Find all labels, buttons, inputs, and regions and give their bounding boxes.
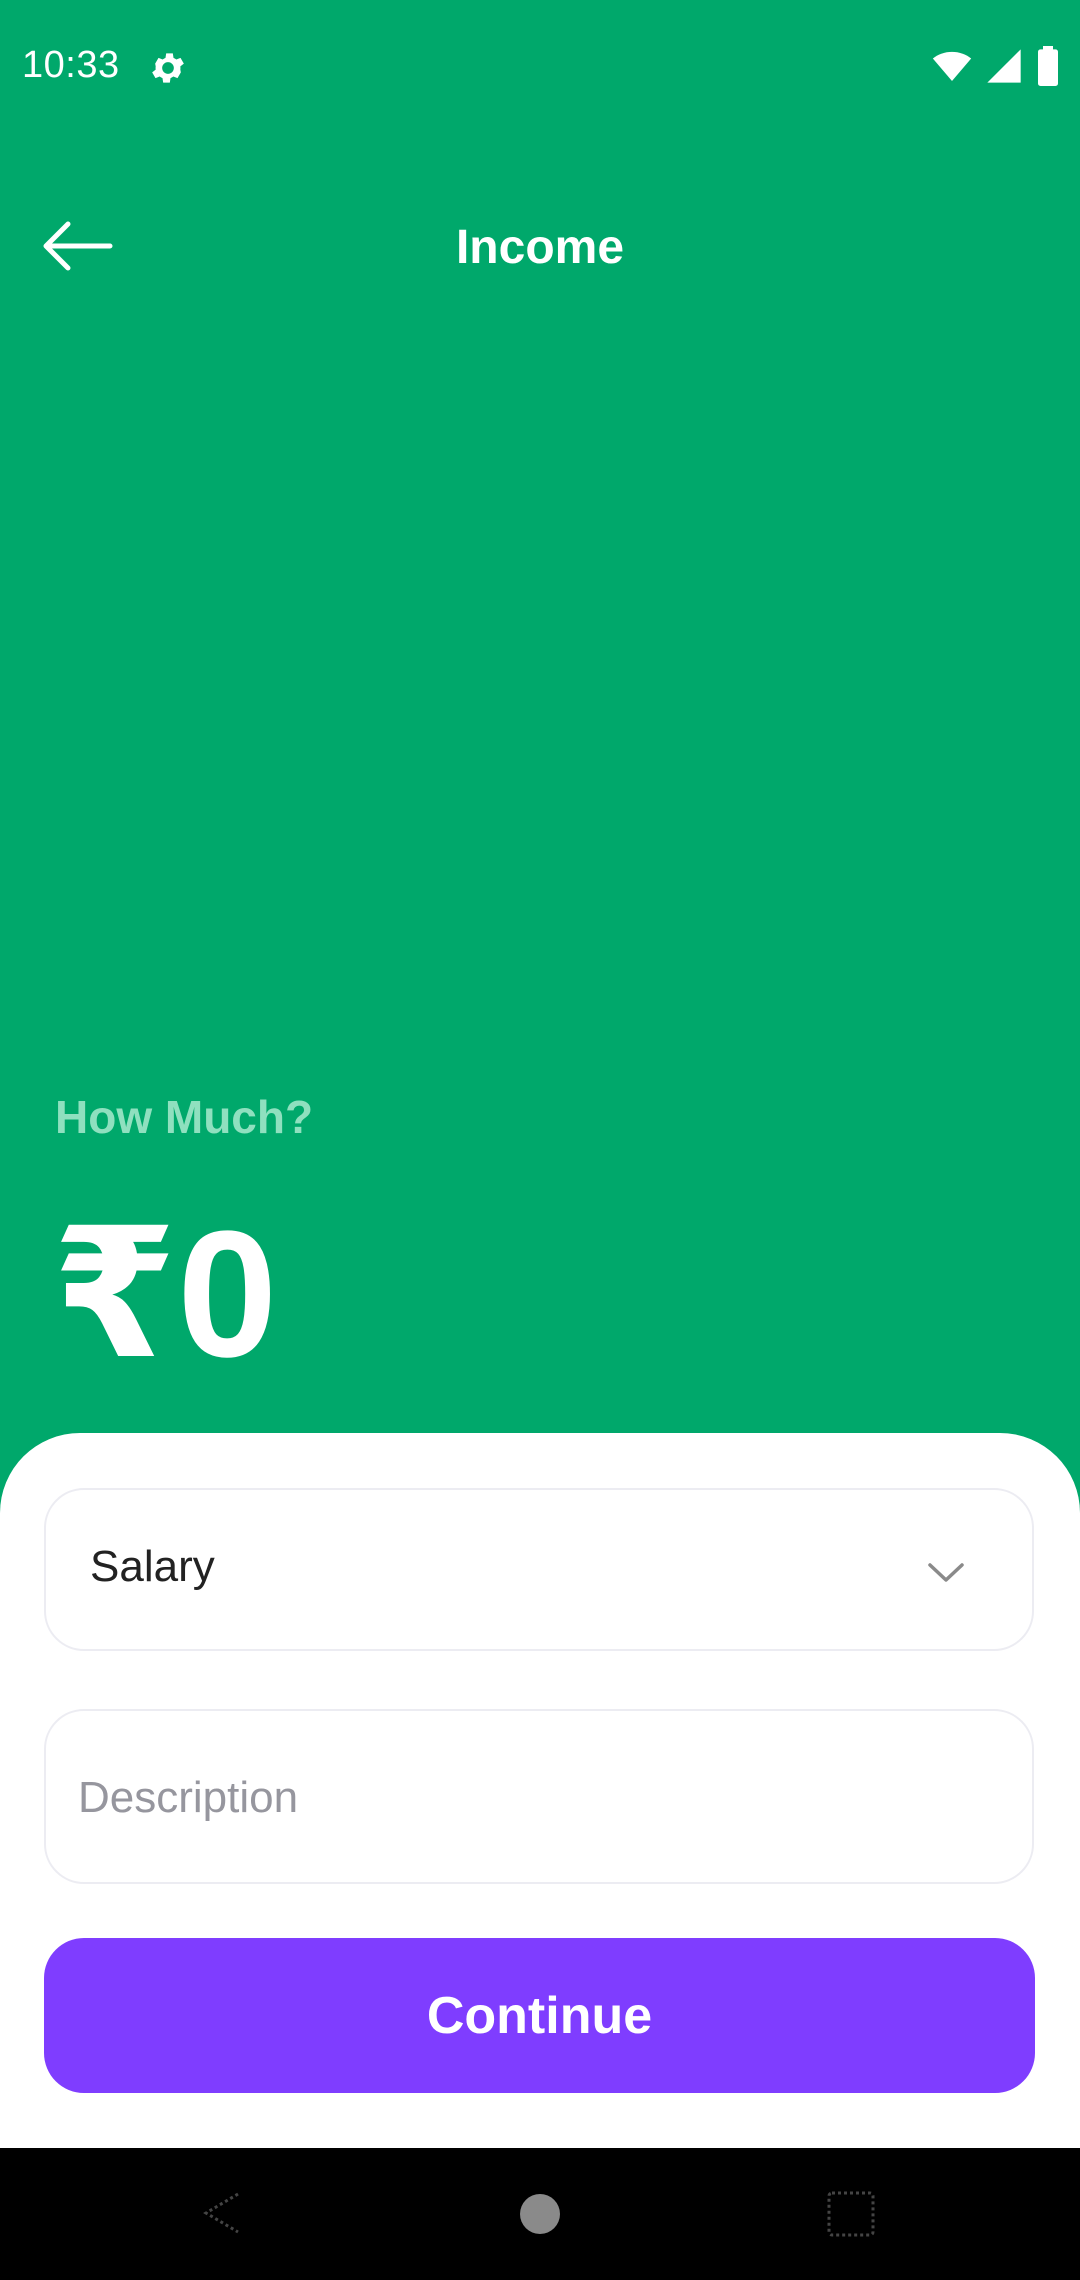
page-title: Income [455, 221, 625, 274]
description-input[interactable] [76, 1711, 1000, 1884]
status-bar: 10:33 [0, 0, 1080, 136]
description-field[interactable] [44, 1709, 1034, 1884]
status-time: 10:33 [22, 44, 120, 86]
nav-recents-icon[interactable] [826, 2190, 876, 2238]
continue-button[interactable]: Continue [44, 1938, 1035, 2093]
battery-icon [1036, 45, 1060, 91]
chevron-down-icon [924, 1550, 968, 1594]
category-selected-label: Salary [90, 1542, 215, 1591]
category-dropdown[interactable]: Salary [44, 1488, 1034, 1651]
nav-back-icon[interactable] [198, 2188, 248, 2238]
app-bar: Income [0, 196, 1080, 296]
amount-prompt: How Much? [55, 1091, 314, 1143]
cell-signal-icon [984, 46, 1024, 91]
amount-value[interactable]: ₹0 [52, 1205, 277, 1385]
form-sheet: Salary Continue [0, 1433, 1080, 2148]
nav-home-icon[interactable] [520, 2194, 560, 2234]
system-nav-bar [0, 2148, 1080, 2280]
status-icons [932, 45, 1060, 91]
wifi-icon [932, 46, 972, 91]
gear-icon [148, 48, 188, 88]
